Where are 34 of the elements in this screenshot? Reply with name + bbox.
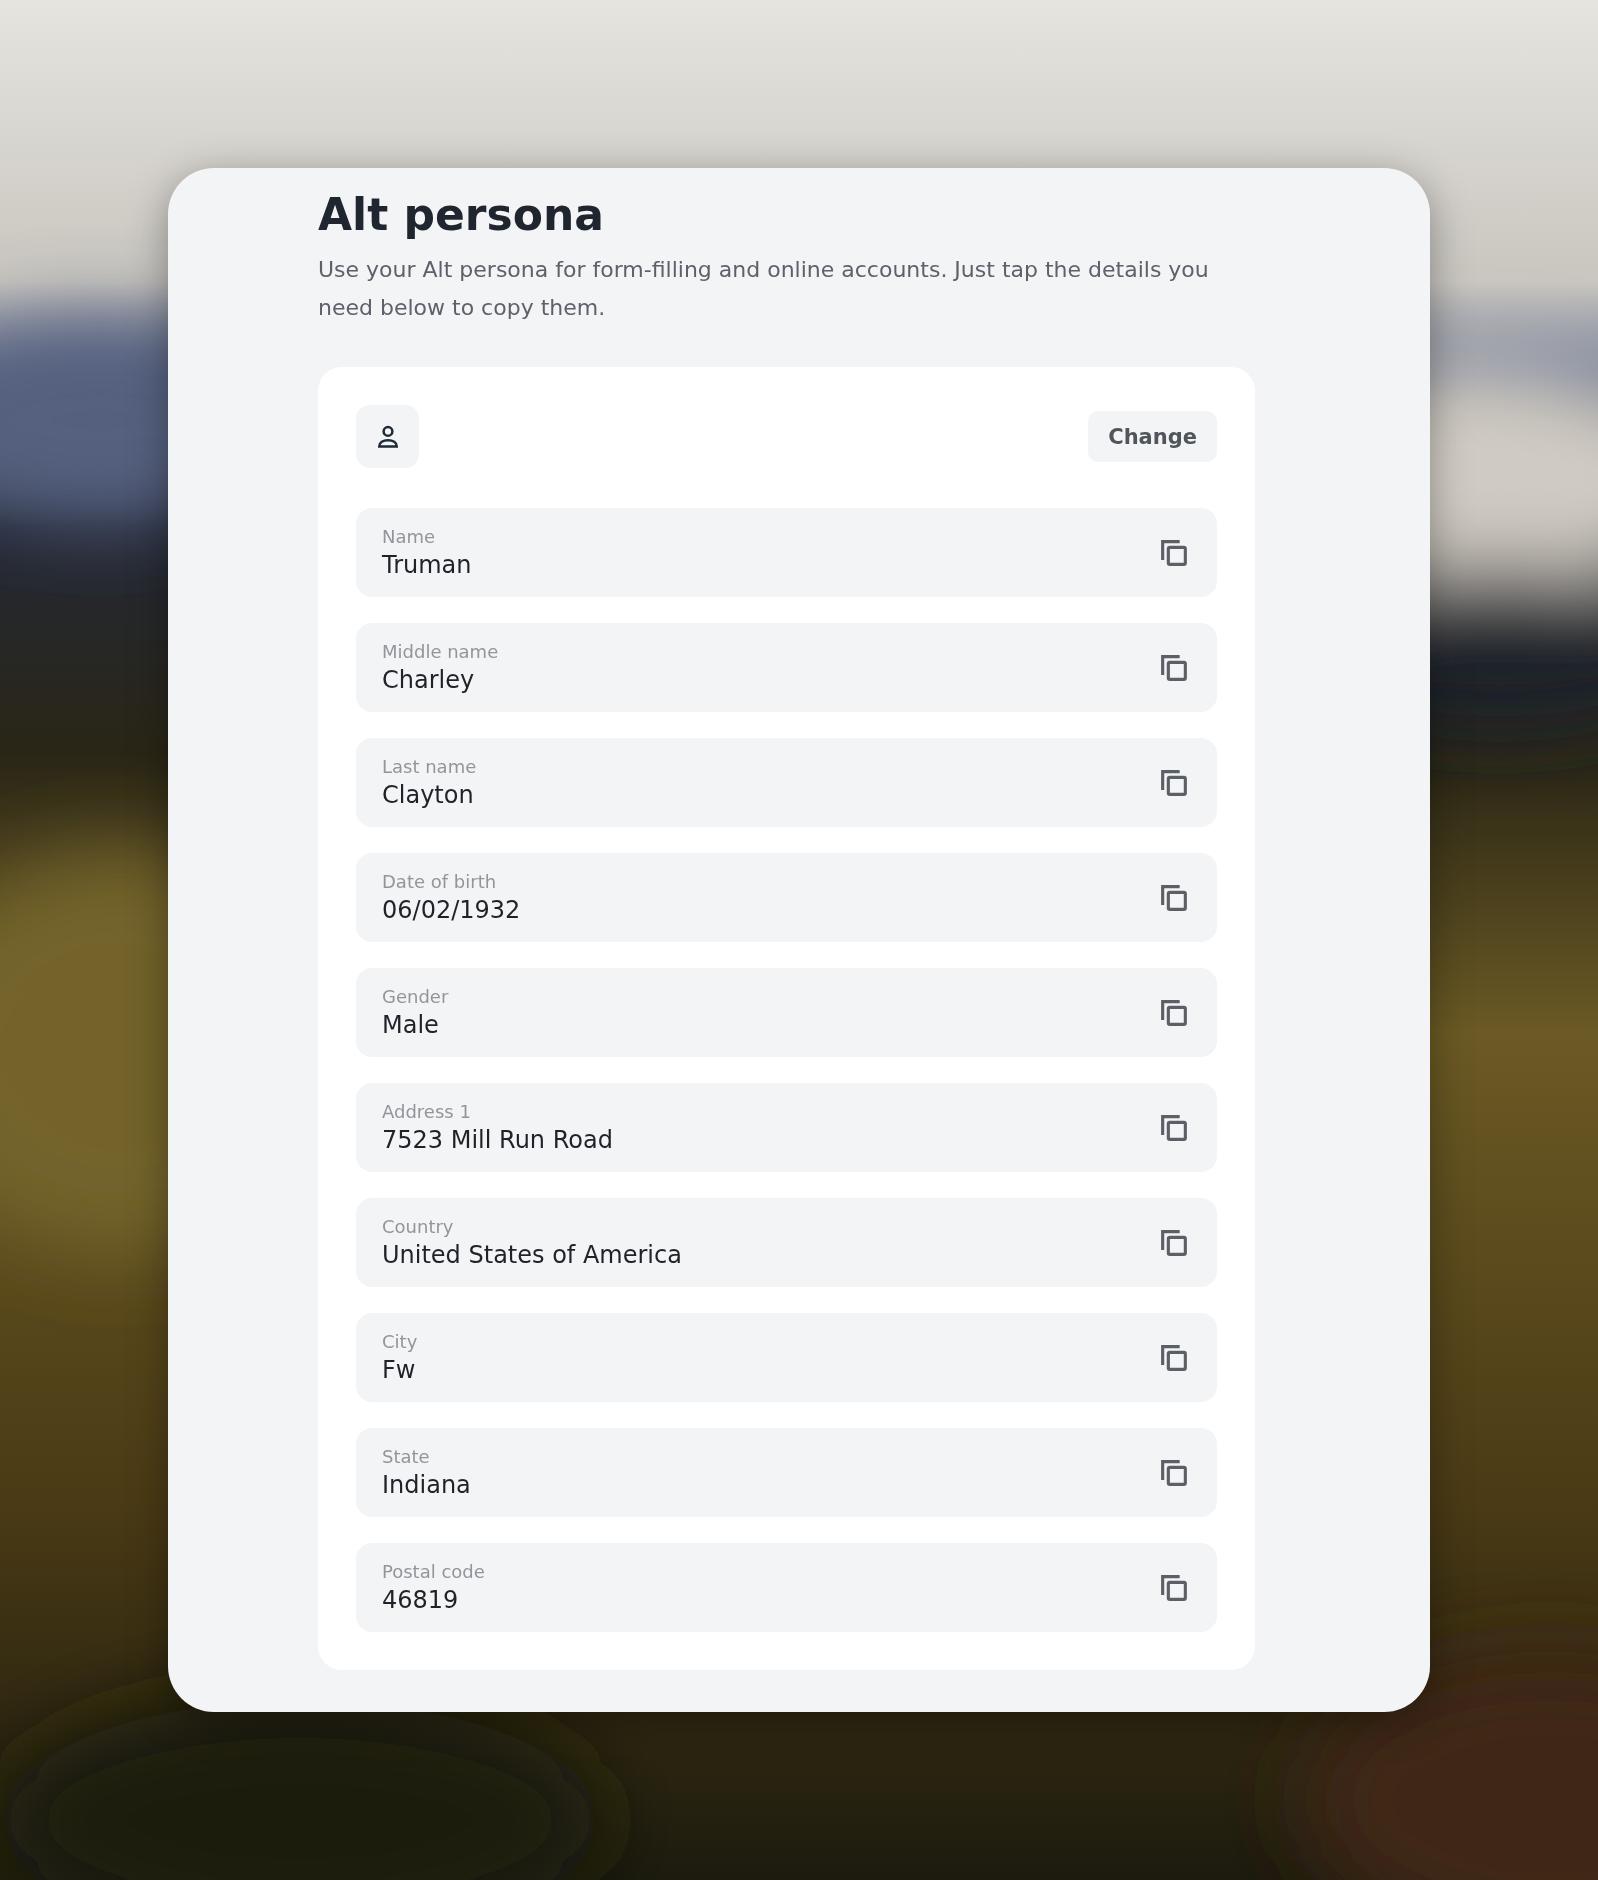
- copy-field[interactable]: State Indiana: [356, 1428, 1217, 1518]
- copy-field[interactable]: Name Truman: [356, 508, 1217, 598]
- copy-field[interactable]: City Fw: [356, 1313, 1217, 1403]
- field-label: Middle name: [382, 641, 499, 663]
- field-label: Gender: [382, 986, 449, 1008]
- field-label: Postal code: [382, 1561, 485, 1583]
- description-text: Use your Alt persona for form-filling and online accounts. Just tap the details you need below to copy them.: [318, 256, 1210, 323]
- field-value: 06/02/1932: [382, 896, 521, 925]
- field-label: Country: [382, 1216, 455, 1238]
- field-value: 46819: [382, 1586, 460, 1615]
- copy-field[interactable]: Middle name Charley: [356, 623, 1217, 713]
- field-value: United States of America: [382, 1241, 682, 1270]
- avatar-button[interactable]: [356, 405, 419, 469]
- field-label: Date of birth: [382, 871, 498, 893]
- field-value: 7523 Mill Run Road: [382, 1126, 613, 1155]
- field-value: Fw: [382, 1356, 417, 1385]
- copy-field[interactable]: Postal code 46819: [356, 1543, 1217, 1633]
- field-label: Last name: [382, 756, 477, 778]
- field-value: Truman: [382, 551, 472, 580]
- field-value: Indiana: [382, 1471, 471, 1500]
- copy-field[interactable]: Last name Clayton: [356, 738, 1217, 828]
- field-value: Clayton: [382, 781, 475, 810]
- copy-field[interactable]: Country United States of America: [356, 1198, 1217, 1288]
- field-label: Name: [382, 526, 437, 548]
- field-label: Address 1: [382, 1101, 472, 1123]
- copy-field[interactable]: Date of birth 06/02/1932: [356, 853, 1217, 943]
- field-label: City: [382, 1331, 418, 1353]
- field-label: State: [382, 1446, 431, 1468]
- field-value: Male: [382, 1011, 440, 1040]
- copy-field[interactable]: Address 1 7523 Mill Run Road: [356, 1083, 1217, 1173]
- field-value: Charley: [382, 666, 476, 695]
- change-button[interactable]: Change: [1088, 411, 1217, 463]
- copy-field[interactable]: Gender Male: [356, 968, 1217, 1058]
- page-title: Alt persona: [318, 188, 605, 242]
